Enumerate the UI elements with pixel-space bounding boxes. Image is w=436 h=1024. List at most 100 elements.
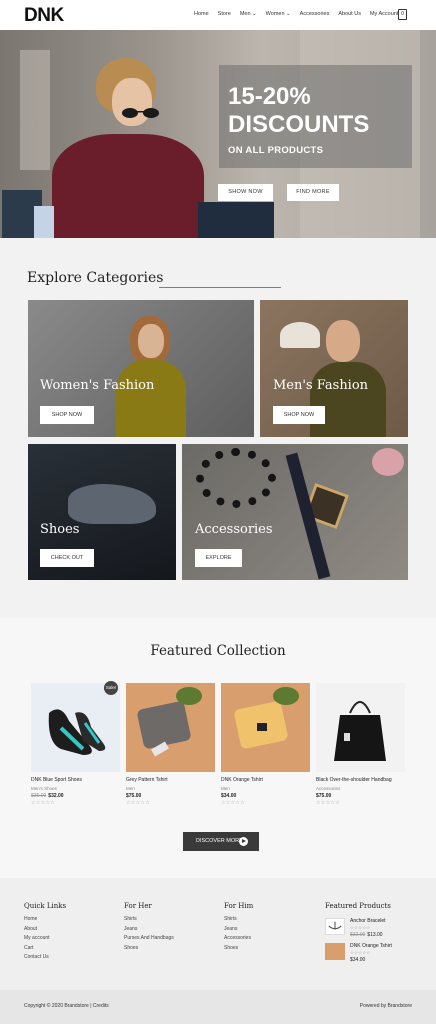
shoe-image	[68, 484, 156, 524]
footer-product-price: $32.00 $13.00	[350, 932, 386, 938]
category-card-mens[interactable]: Men's Fashion SHOP NOW	[260, 300, 408, 437]
product-card[interactable]: Sale! DNK Blue Sport Shoes Men's Shoes $…	[31, 681, 120, 806]
hero-title: 15-20% DISCOUNTS	[228, 83, 369, 139]
show-now-button[interactable]: SHOW NOW	[218, 184, 273, 201]
plant-leaf	[273, 687, 299, 705]
hero-woman-dress	[52, 134, 204, 238]
shopping-bag	[198, 202, 274, 238]
find-more-button[interactable]: FIND MORE	[287, 184, 339, 201]
shopping-bag	[34, 206, 54, 238]
discover-more-button[interactable]: DISCOVER MORE	[183, 832, 259, 851]
footer-quick-links: Quick Links Home About My account Cart C…	[24, 902, 66, 964]
product-card[interactable]: Black Over-the-shoulder Handbag Accessor…	[316, 683, 405, 806]
site-logo[interactable]: DNK	[24, 5, 64, 27]
footer-product[interactable]: Anchor Bracelet ☆☆☆☆☆ $32.00 $13.00	[325, 918, 386, 938]
nav-men[interactable]: Men ⌄	[240, 11, 257, 17]
sunglasses-icon	[122, 108, 159, 118]
bracelet-image	[196, 448, 276, 508]
footer-heading: For Him	[224, 902, 254, 910]
tshirt-thumbnail[interactable]	[325, 943, 345, 960]
footer-link[interactable]: Jeans	[124, 926, 174, 932]
accessories-explore-button[interactable]: EXPLORE	[195, 549, 242, 567]
product-card[interactable]: DNK Orange Tshirt Men $34.00 ☆☆☆☆☆	[221, 683, 310, 806]
product-category: Men	[221, 786, 230, 791]
category-card-shoes[interactable]: Shoes CHECK OUT	[28, 444, 176, 580]
category-label: Accessories	[195, 522, 273, 537]
product-name[interactable]: Grey Pattern Tshirt	[126, 777, 215, 783]
model-face	[326, 320, 360, 362]
category-label: Women's Fashion	[40, 378, 155, 393]
nav-home[interactable]: Home	[194, 11, 209, 17]
building-spire	[20, 50, 50, 170]
footer-link[interactable]: Home	[24, 916, 66, 922]
product-image[interactable]	[126, 683, 215, 772]
product-image[interactable]	[221, 683, 310, 772]
star-rating: ☆☆☆☆☆	[316, 800, 340, 806]
footer-product-name[interactable]: DNK Orange Tshirt	[350, 943, 392, 949]
sale-badge: Sale!	[104, 681, 118, 695]
star-rating: ☆☆☆☆☆	[31, 800, 55, 806]
footer-link[interactable]: Contact Us	[24, 954, 66, 960]
title-underline	[159, 287, 281, 288]
footer-link[interactable]: About	[24, 926, 66, 932]
star-rating: ☆☆☆☆☆	[126, 800, 150, 806]
product-name[interactable]: Black Over-the-shoulder Handbag	[316, 777, 405, 783]
footer-link[interactable]: Shoes	[124, 945, 174, 951]
discover-more-label: DISCOVER MORE	[196, 838, 243, 844]
category-label: Men's Fashion	[273, 378, 369, 393]
hero-woman-face	[112, 78, 152, 126]
footer-link[interactable]: Shirts	[124, 916, 174, 922]
category-card-accessories[interactable]: Accessories EXPLORE	[182, 444, 408, 580]
model-face	[138, 324, 164, 358]
nav-about-us[interactable]: About Us	[338, 11, 361, 17]
product-category: Men	[126, 786, 135, 791]
categories-title: Explore Categories	[27, 270, 164, 286]
product-image[interactable]	[31, 683, 120, 772]
category-label: Shoes	[40, 522, 80, 537]
nav-store[interactable]: Store	[218, 11, 231, 17]
footer-link[interactable]: Cart	[24, 945, 66, 951]
handbag-icon	[334, 701, 386, 761]
footer-product[interactable]: DNK Orange Tshirt ☆☆☆☆☆ $34.00	[325, 943, 392, 963]
footer-link[interactable]: Accessories	[224, 935, 253, 941]
main-nav: Home Store Men ⌄ Women ⌄ Accessories Abo…	[194, 11, 407, 17]
plant-leaf	[176, 687, 202, 705]
mens-shop-now-button[interactable]: SHOP NOW	[273, 406, 325, 424]
category-card-womens[interactable]: Women's Fashion SHOP NOW	[28, 300, 254, 437]
nav-my-account[interactable]: My Account	[370, 11, 398, 17]
footer-link[interactable]: Shoes	[224, 945, 253, 951]
footer-link[interactable]: Shirts	[224, 916, 253, 922]
footer-link[interactable]: Jeans	[224, 926, 253, 932]
sneaker-icon	[48, 709, 106, 755]
shoes-check-out-button[interactable]: CHECK OUT	[40, 549, 94, 567]
nav-accessories[interactable]: Accessories	[300, 11, 330, 17]
product-name[interactable]: DNK Orange Tshirt	[221, 777, 310, 783]
cart-icon[interactable]: 0	[398, 9, 407, 20]
product-name[interactable]: DNK Blue Sport Shoes	[31, 777, 120, 783]
star-rating: ☆☆☆☆☆	[350, 925, 371, 930]
footer-link[interactable]: My account	[24, 935, 66, 941]
footer-link[interactable]: Purses And Handbags	[124, 935, 174, 941]
star-rating: ☆☆☆☆☆	[221, 800, 245, 806]
footer-product-price: $34.00	[350, 957, 366, 963]
product-card[interactable]: Grey Pattern Tshirt Men $75.00 ☆☆☆☆☆	[126, 683, 215, 806]
play-icon	[239, 837, 248, 846]
footer-heading: Featured Products	[325, 902, 391, 910]
nav-women[interactable]: Women ⌄	[266, 11, 291, 17]
product-price: $35.00 $32.00	[31, 793, 120, 799]
current-price: $13.00	[367, 932, 383, 938]
womens-shop-now-button[interactable]: SHOP NOW	[40, 406, 94, 424]
star-rating: ☆☆☆☆☆	[350, 950, 371, 955]
current-price: $32.00	[48, 793, 64, 799]
model-jacket	[310, 362, 386, 437]
product-price: $75.00	[126, 793, 142, 799]
hero-title-line2: DISCOUNTS	[228, 111, 370, 138]
bracelet-thumbnail[interactable]	[325, 918, 345, 935]
brand-label	[257, 723, 267, 731]
model-dress	[116, 360, 186, 437]
footer-product-name[interactable]: Anchor Bracelet	[350, 918, 386, 924]
product-image[interactable]	[316, 683, 405, 772]
site-header: DNK Home Store Men ⌄ Women ⌄ Accessories…	[0, 0, 436, 30]
product-price: $75.00	[316, 793, 332, 799]
old-price: $32.00	[350, 932, 366, 938]
